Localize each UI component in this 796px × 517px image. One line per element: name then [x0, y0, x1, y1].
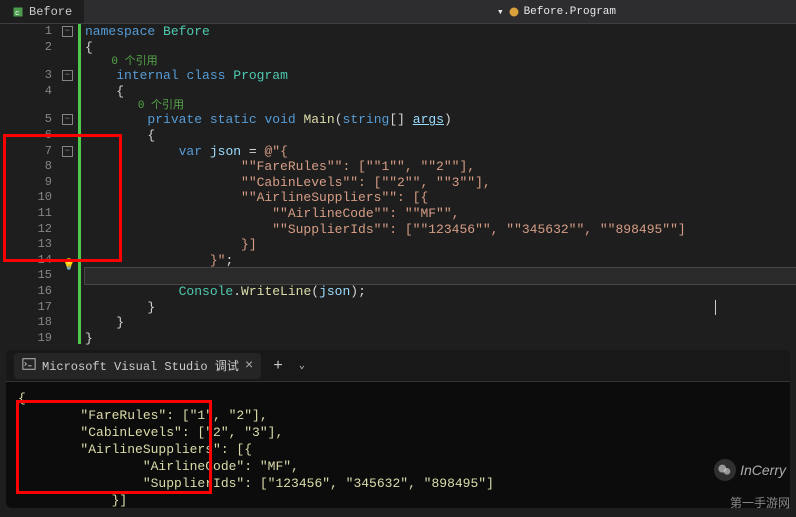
- class-icon: [508, 6, 520, 18]
- line-number: 8: [0, 159, 52, 175]
- csharp-file-icon: c: [12, 6, 24, 18]
- codelens-references[interactable]: 0 个引用: [111, 56, 157, 68]
- line-number: 3: [0, 68, 52, 84]
- breadcrumb[interactable]: ▾ Before.Program: [497, 5, 616, 19]
- chevron-right-icon: ▾: [497, 5, 504, 19]
- terminal-panel: Microsoft Visual Studio 调试 × + ⌄ { "Fare…: [6, 350, 790, 508]
- breadcrumb-text: Before.Program: [524, 6, 616, 18]
- line-number: 7: [0, 144, 52, 160]
- editor-tab-bar: c Before ▾ Before.Program: [0, 0, 796, 24]
- fold-toggle[interactable]: −: [62, 26, 73, 37]
- terminal-tab-label: Microsoft Visual Studio 调试: [42, 357, 239, 374]
- current-line: [85, 268, 796, 284]
- line-number: 16: [0, 284, 52, 300]
- line-number: 1: [0, 24, 52, 40]
- line-number: 12: [0, 222, 52, 238]
- terminal-tab[interactable]: Microsoft Visual Studio 调试 ×: [14, 353, 261, 379]
- close-icon[interactable]: ×: [245, 358, 253, 374]
- terminal-dropdown[interactable]: ⌄: [295, 360, 309, 372]
- line-number: 19: [0, 331, 52, 347]
- line-number: 6: [0, 128, 52, 144]
- line-number: 17: [0, 300, 52, 316]
- line-number: 14: [0, 253, 52, 269]
- fold-column: − − − −: [60, 24, 78, 344]
- line-number: 2: [0, 40, 52, 56]
- line-number: 15: [0, 268, 52, 284]
- fold-toggle[interactable]: −: [62, 114, 73, 125]
- line-number-gutter: 1 2 3 4 5 6 7 8 9 10 11 12 13 14 15 16 1…: [0, 24, 60, 344]
- terminal-output[interactable]: { "FareRules": ["1", "2"], "CabinLevels"…: [6, 382, 790, 508]
- fold-toggle[interactable]: −: [62, 70, 73, 81]
- line-number: 9: [0, 175, 52, 191]
- codelens-references[interactable]: 0 个引用: [138, 100, 184, 112]
- line-number: 11: [0, 206, 52, 222]
- line-number: 18: [0, 315, 52, 331]
- text-cursor: [715, 300, 716, 315]
- line-number: 4: [0, 84, 52, 100]
- line-number: 5: [0, 112, 52, 128]
- tab-before[interactable]: c Before: [0, 0, 84, 23]
- code-content[interactable]: namespace Before { 0 个引用 internal class …: [81, 24, 796, 344]
- line-number: 13: [0, 237, 52, 253]
- tab-label: Before: [29, 5, 72, 19]
- watermark: InCerry: [714, 459, 786, 481]
- fold-toggle[interactable]: −: [62, 146, 73, 157]
- svg-text:c: c: [15, 10, 20, 18]
- add-terminal-button[interactable]: +: [267, 357, 289, 375]
- wechat-icon: [714, 459, 736, 481]
- watermark-secondary: 第一手游网: [730, 494, 790, 511]
- lightbulb-icon[interactable]: 💡: [62, 258, 76, 272]
- code-editor[interactable]: 1 2 3 4 5 6 7 8 9 10 11 12 13 14 15 16 1…: [0, 24, 796, 344]
- terminal-icon: [22, 357, 36, 375]
- line-number: 10: [0, 190, 52, 206]
- terminal-tab-bar: Microsoft Visual Studio 调试 × + ⌄: [6, 350, 790, 382]
